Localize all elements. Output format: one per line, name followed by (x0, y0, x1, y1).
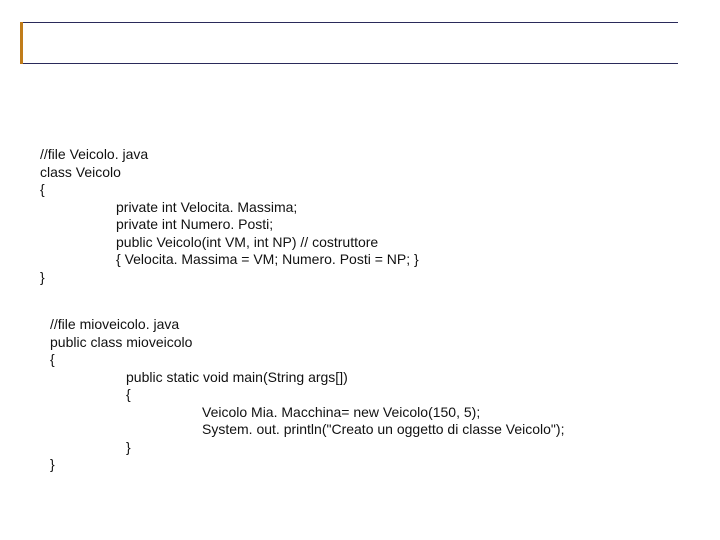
slide: //file Veicolo. java class Veicolo { pri… (0, 0, 720, 540)
code-line: { Velocita. Massima = VM; Numero. Posti … (40, 251, 700, 269)
code-line: class Veicolo (40, 164, 700, 182)
code-line: { (50, 386, 700, 404)
code-line: private int Velocita. Massima; (40, 199, 700, 217)
code-line: } (40, 269, 700, 287)
code-line: public class mioveicolo (50, 334, 700, 352)
code-line: //file mioveicolo. java (50, 316, 700, 334)
code-line: public Veicolo(int VM, int NP) // costru… (40, 234, 700, 252)
code-line: Veicolo Mia. Macchina= new Veicolo(150, … (50, 404, 700, 422)
code-line: System. out. println("Creato un oggetto … (50, 421, 700, 439)
code-block-mioveicolo: //file mioveicolo. java public class mio… (20, 316, 700, 474)
rule-top (20, 22, 678, 23)
code-line: public static void main(String args[]) (50, 369, 700, 387)
code-line: { (50, 351, 700, 369)
code-line: } (50, 456, 700, 474)
code-line: } (50, 439, 700, 457)
code-block-veicolo: //file Veicolo. java class Veicolo { pri… (20, 146, 700, 286)
code-line: //file Veicolo. java (40, 146, 700, 164)
slide-content: //file Veicolo. java class Veicolo { pri… (20, 64, 700, 474)
code-line: private int Numero. Posti; (40, 216, 700, 234)
code-line: { (40, 181, 700, 199)
accent-bar (20, 22, 23, 64)
